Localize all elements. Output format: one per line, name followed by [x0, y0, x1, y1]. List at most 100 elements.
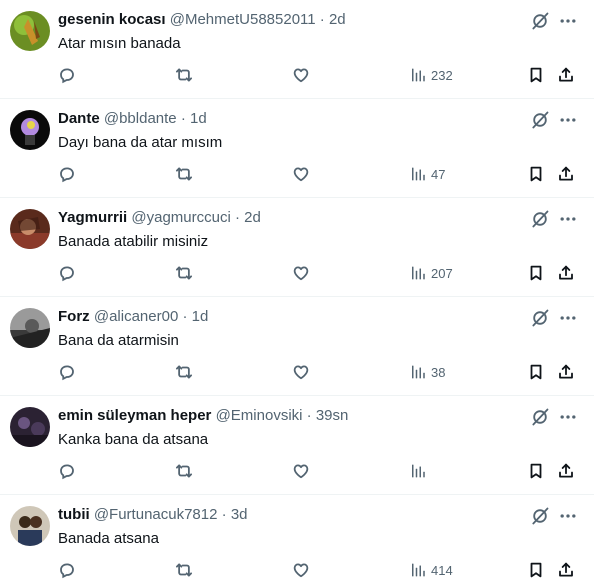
bookmark-icon[interactable]: [527, 163, 545, 185]
reply-icon[interactable]: [58, 460, 76, 482]
grok-icon[interactable]: [530, 506, 550, 526]
grok-icon[interactable]: [530, 110, 550, 130]
tweet-actions: 207: [0, 262, 594, 284]
timestamp[interactable]: 2d: [329, 11, 346, 28]
user-handle[interactable]: @yagmurccuci: [131, 209, 230, 226]
avatar[interactable]: [10, 407, 50, 447]
display-name[interactable]: tubii: [58, 506, 90, 523]
separator-dot: ·: [180, 110, 186, 127]
avatar[interactable]: [10, 308, 50, 348]
tweet-actions: [0, 460, 594, 482]
bookmark-icon[interactable]: [527, 262, 545, 284]
views-button[interactable]: 414: [409, 559, 453, 581]
share-icon[interactable]: [557, 64, 575, 86]
bookmark-icon[interactable]: [527, 64, 545, 86]
tweet-header: emin süleyman heper @Eminovsiki · 39sn: [58, 407, 348, 425]
user-handle[interactable]: @Eminovsiki: [216, 407, 303, 424]
grok-icon[interactable]: [530, 308, 550, 328]
grok-icon[interactable]: [530, 209, 550, 229]
separator-dot: ·: [319, 11, 325, 28]
views-icon: [409, 363, 427, 381]
timestamp[interactable]: 3d: [231, 506, 248, 523]
avatar[interactable]: [10, 110, 50, 150]
views-button[interactable]: 232: [409, 64, 453, 86]
tweet-text: Banada atsana: [58, 530, 159, 547]
avatar[interactable]: [10, 209, 50, 249]
tweet-reply[interactable]: emin süleyman heper @Eminovsiki · 39sn Ka…: [0, 396, 594, 495]
display-name[interactable]: emin süleyman heper: [58, 407, 211, 424]
timestamp[interactable]: 39sn: [316, 407, 349, 424]
tweet-reply[interactable]: Forz @alicaner00 · 1d Bana da atarmisin 38: [0, 297, 594, 396]
tweet-header: Dante @bbldante · 1d: [58, 110, 207, 128]
views-count: 38: [431, 364, 446, 380]
like-icon[interactable]: [292, 559, 310, 581]
avatar[interactable]: [10, 506, 50, 546]
like-icon[interactable]: [292, 64, 310, 86]
more-icon[interactable]: [558, 11, 578, 31]
reply-icon[interactable]: [58, 163, 76, 185]
replies-feed: gesenin kocası @MehmetU58852011 · 2d Atar…: [0, 0, 594, 587]
views-button[interactable]: 38: [409, 361, 445, 383]
reply-icon[interactable]: [58, 361, 76, 383]
share-icon[interactable]: [557, 163, 575, 185]
tweet-reply[interactable]: gesenin kocası @MehmetU58852011 · 2d Atar…: [0, 0, 594, 99]
share-icon[interactable]: [557, 361, 575, 383]
like-icon[interactable]: [292, 262, 310, 284]
views-count: 414: [431, 562, 453, 578]
reply-icon[interactable]: [58, 64, 76, 86]
bookmark-icon[interactable]: [527, 361, 545, 383]
tweet-reply[interactable]: tubii @Furtunacuk7812 · 3d Banada atsana 4…: [0, 495, 594, 587]
reply-icon[interactable]: [58, 262, 76, 284]
like-icon[interactable]: [292, 460, 310, 482]
share-icon[interactable]: [557, 460, 575, 482]
more-icon[interactable]: [558, 506, 578, 526]
display-name[interactable]: Forz: [58, 308, 90, 325]
views-button[interactable]: 47: [409, 163, 445, 185]
retweet-icon[interactable]: [175, 64, 193, 86]
user-handle[interactable]: @MehmetU58852011: [170, 11, 316, 28]
retweet-icon[interactable]: [175, 163, 193, 185]
timestamp[interactable]: 2d: [244, 209, 261, 226]
user-handle[interactable]: @alicaner00: [94, 308, 178, 325]
share-icon[interactable]: [557, 262, 575, 284]
separator-dot: ·: [306, 407, 312, 424]
user-handle[interactable]: @Furtunacuk7812: [94, 506, 218, 523]
display-name[interactable]: Dante: [58, 110, 100, 127]
retweet-icon[interactable]: [175, 460, 193, 482]
views-count: 207: [431, 265, 453, 281]
share-icon[interactable]: [557, 559, 575, 581]
tweet-reply[interactable]: Yagmurrii @yagmurccuci · 2d Banada atabil…: [0, 198, 594, 297]
bookmark-icon[interactable]: [527, 460, 545, 482]
tweet-actions: 38: [0, 361, 594, 383]
more-icon[interactable]: [558, 407, 578, 427]
reply-icon[interactable]: [58, 559, 76, 581]
tweet-header: Forz @alicaner00 · 1d: [58, 308, 208, 326]
retweet-icon[interactable]: [175, 262, 193, 284]
display-name[interactable]: gesenin kocası: [58, 11, 166, 28]
like-icon[interactable]: [292, 163, 310, 185]
more-icon[interactable]: [558, 209, 578, 229]
like-icon[interactable]: [292, 361, 310, 383]
tweet-reply[interactable]: Dante @bbldante · 1d Dayı bana da atar mı…: [0, 99, 594, 198]
views-icon: [409, 165, 427, 183]
retweet-icon[interactable]: [175, 559, 193, 581]
tweet-text: Atar mısın banada: [58, 35, 181, 52]
bookmark-icon[interactable]: [527, 559, 545, 581]
tweet-header: tubii @Furtunacuk7812 · 3d: [58, 506, 248, 524]
grok-icon[interactable]: [530, 11, 550, 31]
timestamp[interactable]: 1d: [192, 308, 209, 325]
tweet-header: Yagmurrii @yagmurccuci · 2d: [58, 209, 261, 227]
avatar[interactable]: [10, 11, 50, 51]
grok-icon[interactable]: [530, 407, 550, 427]
separator-dot: ·: [221, 506, 227, 523]
more-icon[interactable]: [558, 308, 578, 328]
more-icon[interactable]: [558, 110, 578, 130]
views-icon: [409, 462, 427, 480]
user-handle[interactable]: @bbldante: [104, 110, 177, 127]
views-button[interactable]: [409, 460, 431, 482]
retweet-icon[interactable]: [175, 361, 193, 383]
timestamp[interactable]: 1d: [190, 110, 207, 127]
display-name[interactable]: Yagmurrii: [58, 209, 127, 226]
tweet-text: Dayı bana da atar mısım: [58, 134, 223, 151]
views-button[interactable]: 207: [409, 262, 453, 284]
